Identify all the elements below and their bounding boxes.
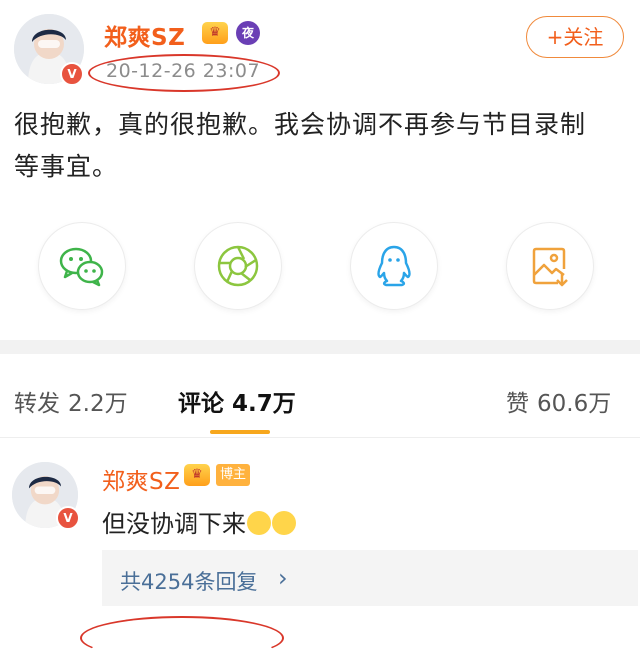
share-qq-button[interactable] xyxy=(350,222,438,310)
follow-button[interactable]: +关注 xyxy=(526,16,624,58)
sweat-emoji-icon xyxy=(272,511,296,535)
section-divider xyxy=(0,340,640,354)
post-body: 很抱歉，真的很抱歉。我会协调不再参与节目录制 等事宜。 xyxy=(14,104,634,188)
night-badge: 夜 xyxy=(236,21,260,45)
post-timestamp: 20-12-26 23:07 xyxy=(106,60,261,82)
follow-label: 关注 xyxy=(563,25,604,49)
verified-badge-icon: V xyxy=(56,506,80,530)
comment-body: 但没协调下来 xyxy=(102,504,296,539)
author-badge: 博主 xyxy=(216,464,251,486)
tab-likes[interactable]: 赞 60.6万 xyxy=(506,384,611,418)
smirk-emoji-icon xyxy=(247,511,271,535)
crown-icon: ♛ xyxy=(184,464,210,486)
post-author-name[interactable]: 郑爽SZ xyxy=(104,18,185,52)
tabs-bottom-border xyxy=(0,437,640,438)
tab-repost-count: 2.2万 xyxy=(68,391,128,417)
verified-badge-icon: V xyxy=(60,62,84,86)
tab-repost-label: 转发 xyxy=(14,391,60,417)
qq-icon xyxy=(377,245,411,287)
share-moments-button[interactable] xyxy=(194,222,282,310)
annotation-circle-partial xyxy=(80,616,284,660)
wechat-icon xyxy=(59,247,104,287)
tab-comments-count: 4.7万 xyxy=(232,391,296,417)
plus-icon: + xyxy=(546,25,564,49)
tab-comments[interactable]: 评论 4.7万 xyxy=(178,384,296,418)
reply-summary-box[interactable]: 共4254条回复 › xyxy=(102,550,638,606)
share-wechat-button[interactable] xyxy=(38,222,126,310)
crown-icon: ♛ xyxy=(202,22,228,44)
save-image-icon xyxy=(532,247,568,287)
comment-text: 但没协调下来 xyxy=(102,510,246,538)
tab-likes-label: 赞 xyxy=(506,391,529,417)
chevron-right-icon: › xyxy=(278,564,288,592)
post-text-line: 很抱歉，真的很抱歉。我会协调不再参与节目录制 xyxy=(14,110,587,139)
moments-icon xyxy=(217,245,259,287)
comment-author-name[interactable]: 郑爽SZ xyxy=(102,462,180,496)
tab-likes-count: 60.6万 xyxy=(537,391,612,417)
tab-active-indicator xyxy=(210,430,270,434)
tab-repost[interactable]: 转发 2.2万 xyxy=(14,384,128,418)
save-image-button[interactable] xyxy=(506,222,594,310)
reply-count-link: 共4254条回复 xyxy=(120,570,258,594)
tab-comments-label: 评论 xyxy=(178,391,224,417)
post-text-line: 等事宜。 xyxy=(14,152,119,181)
